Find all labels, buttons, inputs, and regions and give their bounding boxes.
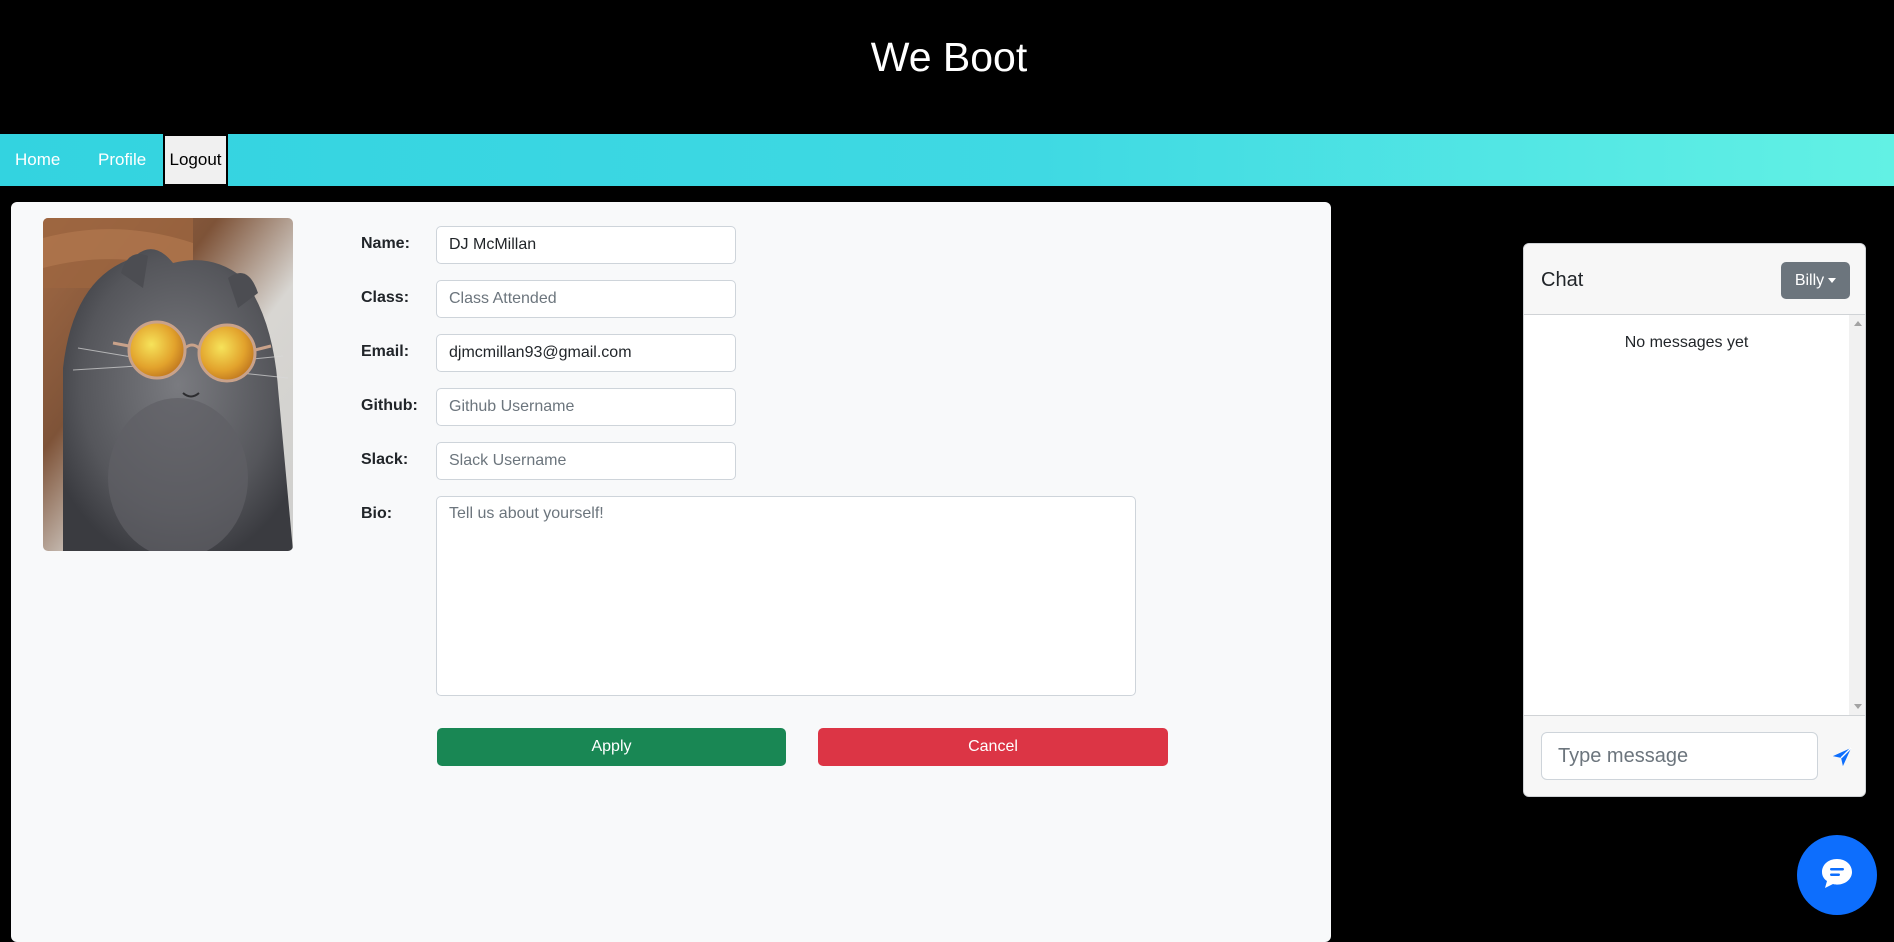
bio-label: Bio: [361,505,393,522]
scroll-down-icon[interactable] [1854,704,1862,709]
nav-logout-button[interactable]: Logout [163,134,228,186]
chat-toggle-button[interactable] [1797,835,1877,915]
github-label: Github: [361,397,418,414]
nav-home-link[interactable]: Home [15,134,60,186]
site-title: We Boot [870,33,1028,80]
chat-user-name: Billy [1794,271,1825,289]
name-input[interactable] [436,226,736,264]
profile-avatar [43,218,293,551]
profile-form-card: Name: Class: Email: Github: Slack: Bio: … [11,202,1331,942]
name-label: Name: [361,235,410,252]
navbar: Home Profile Logout [0,134,1894,186]
scroll-up-icon[interactable] [1854,321,1862,326]
chat-scrollbar[interactable] [1849,315,1865,715]
chat-title: Chat [1541,269,1584,291]
chat-message-input[interactable] [1541,732,1818,780]
slack-input[interactable] [436,442,736,480]
site-header: We Boot [0,0,1894,134]
chat-empty-text: No messages yet [1624,334,1749,351]
chat-header: Chat Billy [1524,244,1865,315]
email-label: Email: [361,343,410,360]
bio-textarea[interactable] [436,496,1136,696]
email-input[interactable] [436,334,736,372]
apply-button[interactable]: Apply [437,728,786,766]
chat-bubble-icon [1817,853,1857,898]
chat-panel: Chat Billy No messages yet [1523,243,1866,797]
chat-footer [1524,715,1865,796]
slack-label: Slack: [361,451,409,468]
send-icon[interactable] [1831,746,1853,768]
chat-user-dropdown[interactable]: Billy [1781,262,1850,299]
chat-message-list: No messages yet [1524,315,1849,715]
class-label: Class: [361,289,410,306]
github-input[interactable] [436,388,736,426]
chevron-down-icon [1828,278,1837,283]
nav-profile-link[interactable]: Profile [98,134,146,186]
cancel-button[interactable]: Cancel [818,728,1168,766]
class-input[interactable] [436,280,736,318]
